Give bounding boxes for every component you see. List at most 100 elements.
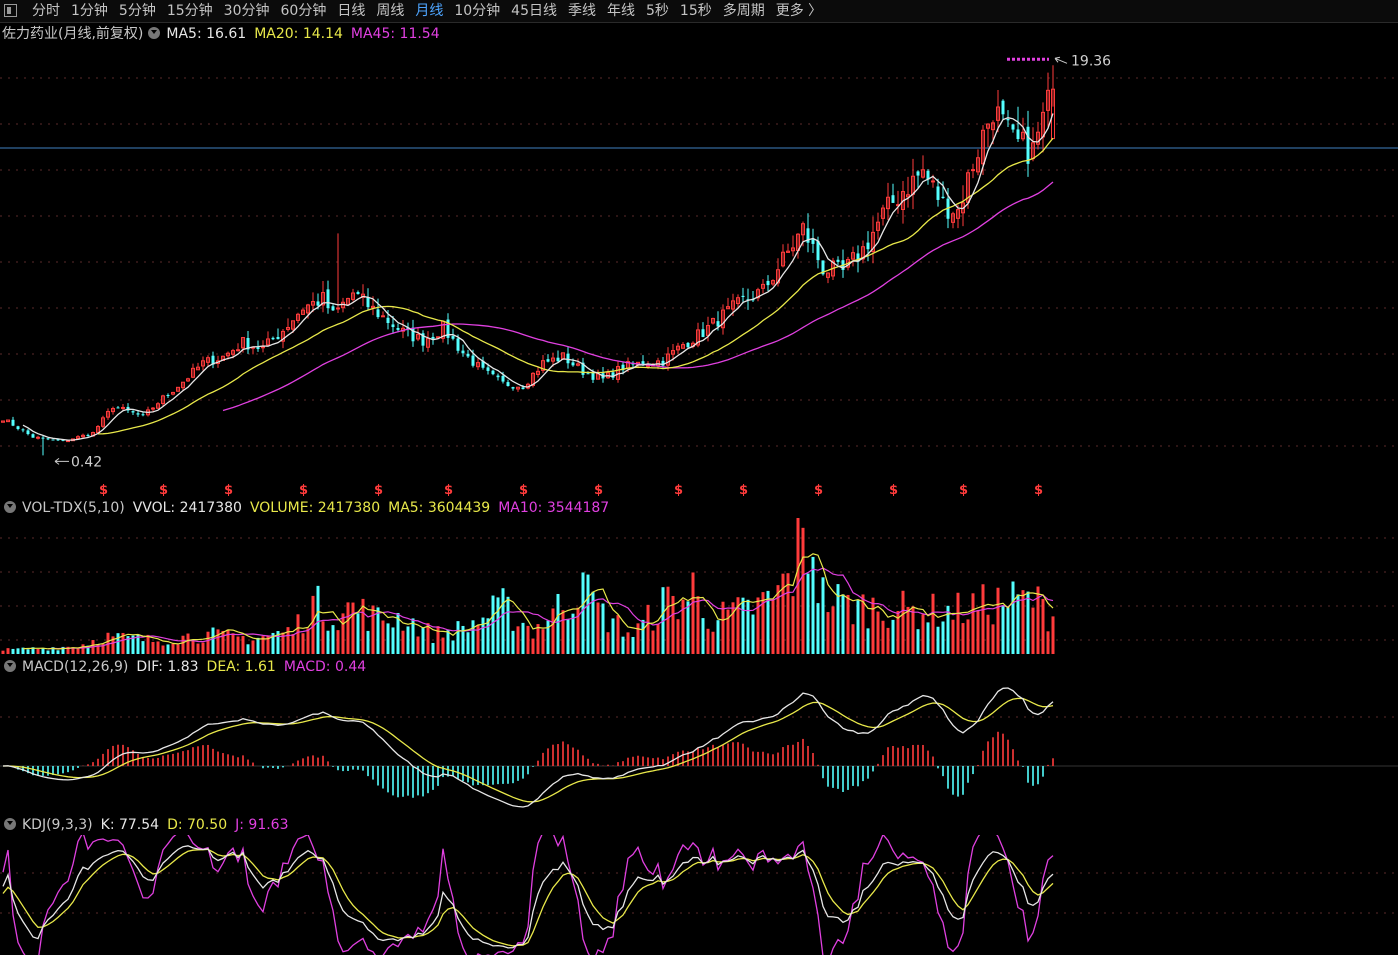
volume-bar — [206, 631, 210, 654]
volume-bar — [566, 618, 570, 654]
volume-bar — [981, 584, 985, 654]
tab-9[interactable]: 10分钟 — [454, 0, 500, 22]
volume-bar — [686, 601, 690, 654]
volume-bar — [846, 594, 850, 654]
volume-bar — [776, 585, 780, 654]
volume-bar — [1006, 607, 1010, 654]
stock-title: 佐力药业(月线,前复权) — [2, 26, 144, 42]
volume-bar — [1, 650, 5, 654]
volume-bar — [551, 608, 555, 654]
tab-1[interactable]: 1分钟 — [71, 0, 108, 22]
candle — [891, 195, 895, 203]
chevron-down-icon[interactable] — [4, 660, 16, 672]
volume-bar — [871, 597, 875, 654]
volume-bar — [316, 585, 320, 654]
volume-chart[interactable] — [0, 518, 1398, 656]
tab-3[interactable]: 15分钟 — [167, 0, 213, 22]
volume-bar — [6, 648, 10, 654]
tab-12[interactable]: 年线 — [607, 0, 635, 22]
volume-bar — [166, 644, 170, 654]
tab-7[interactable]: 周线 — [376, 0, 404, 22]
ma20-line — [97, 137, 1054, 435]
tab-8[interactable]: 月线 — [415, 0, 443, 22]
volume-bar — [691, 572, 695, 654]
tab-14[interactable]: 15秒 — [680, 0, 712, 22]
tab-0[interactable]: 分时 — [32, 0, 60, 22]
candle — [131, 411, 135, 413]
candle — [316, 301, 320, 306]
volume-bar — [556, 593, 560, 654]
volume-bar — [886, 627, 890, 654]
volume-bar — [866, 628, 870, 654]
volume-bar — [366, 630, 370, 654]
volume-bar — [406, 626, 410, 654]
volume-bar — [811, 556, 815, 654]
tab-11[interactable]: 季线 — [568, 0, 596, 22]
macd-chart[interactable] — [0, 677, 1398, 814]
volume-bar — [831, 606, 835, 654]
event-marker: $ — [739, 483, 748, 496]
price-chart[interactable]: 19.36 0.42 $ $ $ $ $ $ $ $ $ $ $ $ $ $ — [0, 44, 1398, 496]
volume-bar — [241, 635, 245, 654]
candle — [336, 307, 340, 310]
volume-bar — [936, 626, 940, 654]
dea-value: DEA: 1.61 — [206, 659, 276, 675]
candle — [46, 438, 50, 440]
volume-bar — [906, 606, 910, 654]
tab-16[interactable]: 更多 〉 — [776, 0, 822, 22]
volume-bar — [801, 527, 805, 654]
dea-line — [3, 697, 1054, 803]
candle — [141, 414, 145, 416]
volume-bar — [571, 613, 575, 654]
candle — [1011, 124, 1015, 130]
volume-bar — [771, 599, 775, 654]
volume-bar — [36, 649, 40, 654]
kdj-chart[interactable] — [0, 835, 1398, 955]
volume-bar — [371, 605, 375, 654]
chevron-down-icon[interactable] — [4, 501, 16, 513]
kdj-title: KDJ(9,3,3) — [22, 817, 93, 833]
candle — [1006, 118, 1010, 121]
volume-bar — [341, 613, 345, 654]
volume-bar — [211, 627, 215, 654]
vol-ma10-value: MA10: 3544187 — [498, 500, 610, 516]
ma45-value: MA45: 11.54 — [350, 26, 440, 42]
volume-bar — [301, 633, 305, 654]
volume-bar — [951, 619, 955, 654]
macd-title: MACD(12,26,9) — [22, 659, 129, 675]
volume-bar — [631, 636, 635, 654]
volume-bar — [826, 612, 830, 654]
volume-bar — [466, 632, 470, 654]
tab-4[interactable]: 30分钟 — [224, 0, 270, 22]
tab-6[interactable]: 日线 — [337, 0, 365, 22]
volume-bar — [666, 586, 670, 654]
chevron-down-icon[interactable] — [148, 27, 161, 39]
candle — [36, 436, 40, 439]
volume-bar — [216, 629, 220, 654]
volume-bar — [526, 625, 530, 654]
volume-bar — [881, 620, 885, 654]
tab-10[interactable]: 45日线 — [511, 0, 557, 22]
volume-bar — [226, 629, 230, 654]
volume-bar — [141, 641, 145, 654]
volume-bar — [721, 601, 725, 654]
tab-5[interactable]: 60分钟 — [281, 0, 327, 22]
volume-bar — [511, 630, 515, 654]
volume-bar — [701, 618, 705, 654]
tab-15[interactable]: 多周期 — [723, 0, 765, 22]
volume-bar — [941, 621, 945, 654]
volume-bar — [681, 599, 685, 654]
chevron-down-icon[interactable] — [4, 818, 16, 830]
event-marker: $ — [814, 483, 823, 496]
volume-bar — [656, 623, 660, 654]
volume-bar — [991, 624, 995, 654]
volume-bar — [386, 623, 390, 654]
panel-toggle-icon[interactable] — [4, 4, 17, 17]
tab-2[interactable]: 5分钟 — [119, 0, 156, 22]
tab-13[interactable]: 5秒 — [646, 0, 669, 22]
candle — [256, 347, 260, 349]
event-marker: $ — [519, 483, 528, 496]
candle — [136, 413, 140, 415]
volume-bar — [521, 622, 525, 654]
volume-bar — [161, 645, 165, 654]
